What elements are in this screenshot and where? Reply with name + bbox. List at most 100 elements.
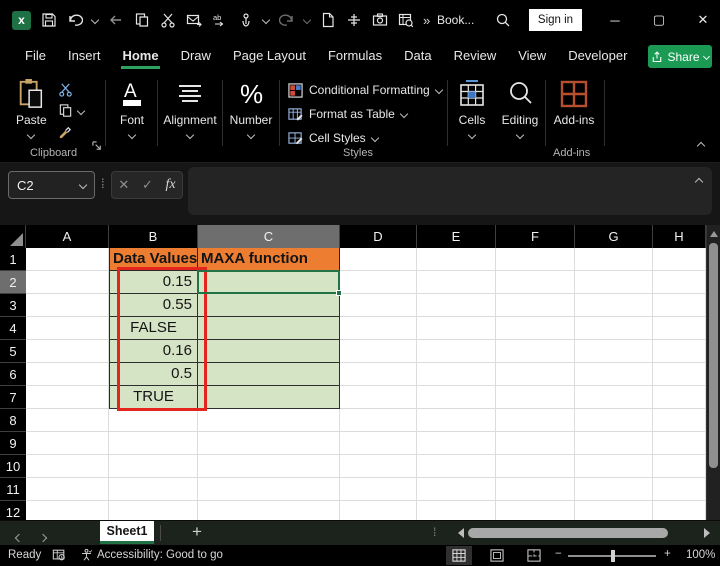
tab-formulas[interactable]: Formulas (317, 41, 393, 72)
name-box[interactable]: C2 (8, 171, 95, 199)
cut-button[interactable] (58, 82, 73, 97)
cell-A6[interactable] (26, 363, 109, 386)
cell-B12[interactable] (109, 501, 198, 520)
zoom-in-button[interactable]: + (664, 548, 671, 560)
name-box-dropdown-icon[interactable] (78, 180, 88, 190)
tab-home[interactable]: Home (111, 41, 169, 72)
row-header-2[interactable]: 2 (0, 271, 26, 294)
paste-button[interactable]: Paste (16, 77, 47, 140)
cell-H4[interactable] (653, 317, 706, 340)
column-header-D[interactable]: D (340, 225, 417, 248)
insert-function-icon[interactable]: fx (166, 177, 176, 193)
cell-C9[interactable] (198, 432, 340, 455)
cell-A4[interactable] (26, 317, 109, 340)
cell-G4[interactable] (575, 317, 653, 340)
cell-D5[interactable] (340, 340, 417, 363)
column-header-H[interactable]: H (653, 225, 706, 248)
expand-formula-bar-icon[interactable] (694, 177, 704, 187)
touch-mode-dropdown-icon[interactable] (261, 15, 271, 25)
cell-G8[interactable] (575, 409, 653, 432)
macro-record-icon[interactable] (52, 548, 66, 565)
add-sheet-button[interactable]: + (192, 522, 202, 542)
cell-C1[interactable]: MAXA function (198, 248, 340, 271)
scroll-right-icon[interactable] (704, 528, 710, 538)
cell-H7[interactable] (653, 386, 706, 409)
column-header-A[interactable]: A (26, 225, 109, 248)
cell-F9[interactable] (496, 432, 575, 455)
column-header-F[interactable]: F (496, 225, 575, 248)
back-icon[interactable] (107, 12, 124, 29)
cell-D2[interactable] (340, 271, 417, 294)
cell-D4[interactable] (340, 317, 417, 340)
cell-D1[interactable] (340, 248, 417, 271)
formula-input[interactable] (188, 167, 712, 215)
camera-icon[interactable] (371, 12, 388, 29)
cell-D3[interactable] (340, 294, 417, 317)
zoom-out-button[interactable]: − (555, 548, 562, 560)
tab-draw[interactable]: Draw (170, 41, 222, 72)
tab-data[interactable]: Data (393, 41, 442, 72)
column-header-E[interactable]: E (417, 225, 496, 248)
cell-F8[interactable] (496, 409, 575, 432)
undo-icon[interactable] (66, 12, 83, 29)
cell-E6[interactable] (417, 363, 496, 386)
cell-B3[interactable]: 0.55 (109, 294, 198, 317)
cell-F1[interactable] (496, 248, 575, 271)
cell-H10[interactable] (653, 455, 706, 478)
row-header-3[interactable]: 3 (0, 294, 26, 317)
cell-H2[interactable] (653, 271, 706, 294)
addins-button[interactable]: Add-ins (548, 77, 600, 127)
row-header-6[interactable]: 6 (0, 363, 26, 386)
cell-H11[interactable] (653, 478, 706, 501)
tab-developer[interactable]: Developer (557, 41, 638, 72)
save-icon[interactable] (40, 12, 57, 29)
format-painter-button[interactable] (58, 124, 73, 139)
cell-G7[interactable] (575, 386, 653, 409)
search-icon[interactable] (494, 11, 511, 28)
cell-E12[interactable] (417, 501, 496, 520)
cell-H6[interactable] (653, 363, 706, 386)
cell-B4[interactable]: FALSE (109, 317, 198, 340)
cell-C4[interactable] (198, 317, 340, 340)
column-header-C[interactable]: C (198, 225, 340, 248)
enter-icon[interactable]: ✓ (142, 177, 153, 193)
tab-file[interactable]: File (14, 41, 57, 72)
cell-F7[interactable] (496, 386, 575, 409)
cell-E10[interactable] (417, 455, 496, 478)
cell-G3[interactable] (575, 294, 653, 317)
cell-A10[interactable] (26, 455, 109, 478)
row-header-7[interactable]: 7 (0, 386, 26, 409)
new-file-icon[interactable] (319, 12, 336, 29)
tab-view[interactable]: View (507, 41, 557, 72)
page-break-preview-button[interactable] (521, 546, 547, 565)
row-header-12[interactable]: 12 (0, 501, 26, 520)
redo-dropdown-icon[interactable] (302, 15, 312, 25)
normal-view-button[interactable] (446, 546, 472, 565)
cell-B5[interactable]: 0.16 (109, 340, 198, 363)
vertical-scrollbar[interactable] (706, 225, 720, 520)
cell-D10[interactable] (340, 455, 417, 478)
cell-D9[interactable] (340, 432, 417, 455)
cell-G6[interactable] (575, 363, 653, 386)
undo-dropdown-icon[interactable] (90, 15, 100, 25)
print-preview-icon[interactable] (397, 12, 414, 29)
cell-D6[interactable] (340, 363, 417, 386)
prev-sheet-icon[interactable] (14, 528, 24, 543)
cell-G12[interactable] (575, 501, 653, 520)
collapse-ribbon-icon[interactable] (696, 136, 706, 154)
cell-A3[interactable] (26, 294, 109, 317)
cell-G11[interactable] (575, 478, 653, 501)
cell-A2[interactable] (26, 271, 109, 294)
cell-G9[interactable] (575, 432, 653, 455)
cell-H1[interactable] (653, 248, 706, 271)
column-header-B[interactable]: B (109, 225, 198, 248)
zoom-level[interactable]: 100% (686, 549, 715, 561)
cell-A9[interactable] (26, 432, 109, 455)
cell-H8[interactable] (653, 409, 706, 432)
cell-C8[interactable] (198, 409, 340, 432)
cell-C12[interactable] (198, 501, 340, 520)
copy-button[interactable] (58, 103, 86, 118)
scroll-up-icon[interactable] (710, 231, 718, 237)
cell-D8[interactable] (340, 409, 417, 432)
pin-icon[interactable] (345, 12, 362, 29)
